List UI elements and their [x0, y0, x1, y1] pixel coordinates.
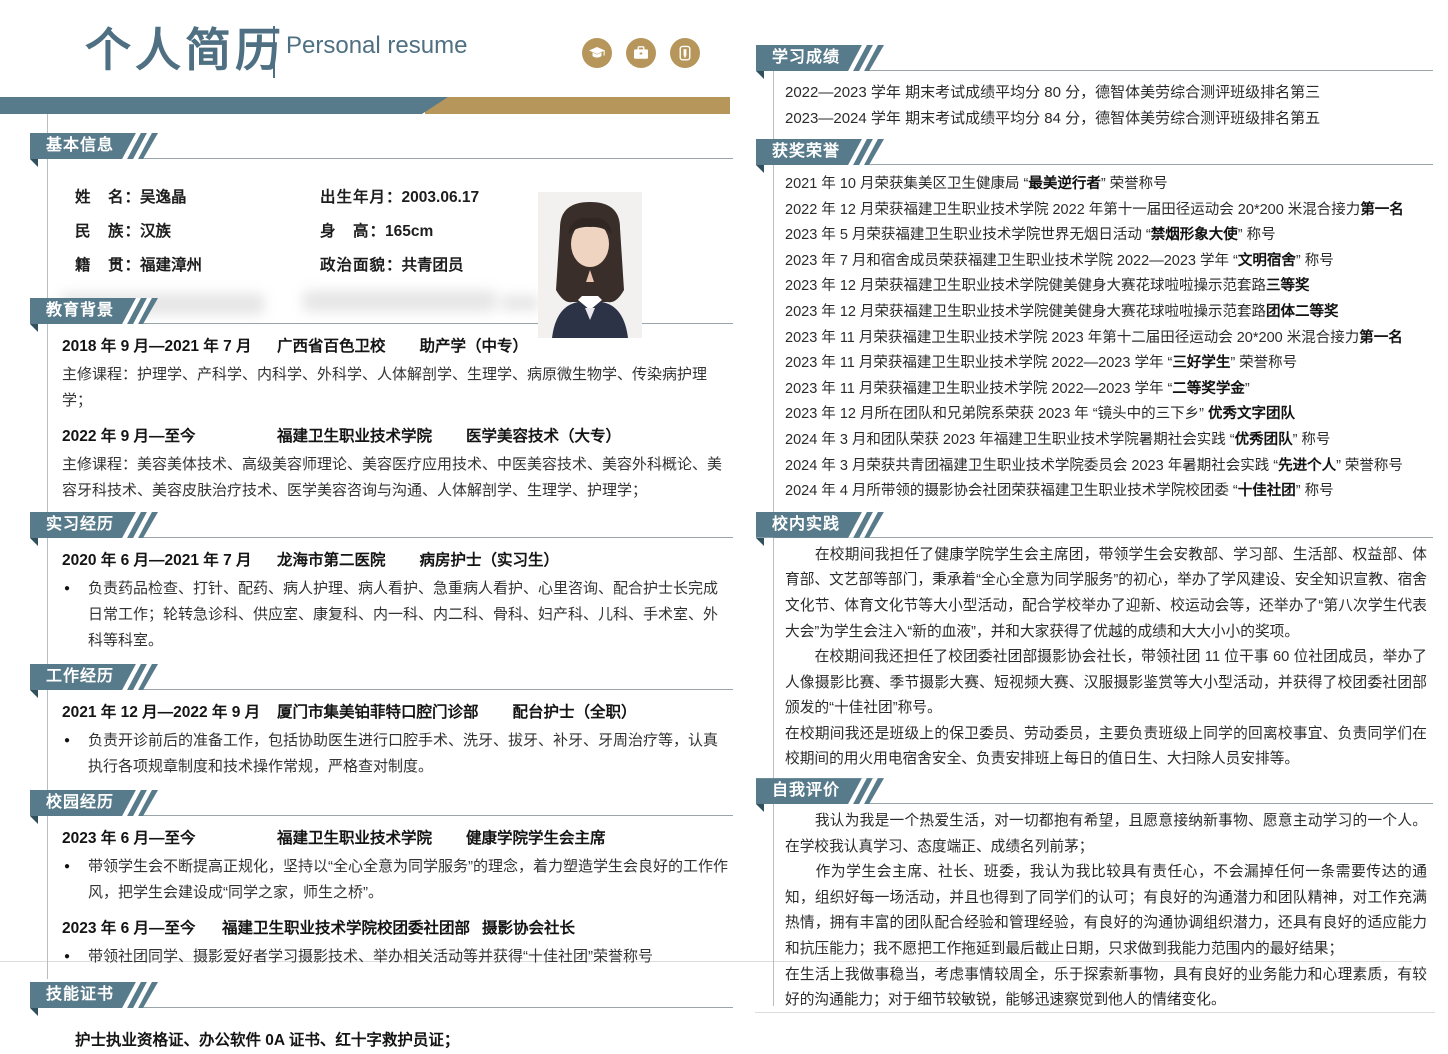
self-eval-paragraph: 我认为我是一个热爱生活，对一切都抱有希望，且愿意接纳新事物、愿意主动学习的一个人…	[785, 809, 1427, 860]
resume-document: 个人简历 Personal resume 基本信息	[0, 0, 1448, 1024]
internship-entry: 2020 年 6 月—2021 年 7 月 龙海市第二医院 病房护士（实习生）	[62, 548, 735, 574]
section-basic-info: 基本信息 姓 名：吴逸晶 出生年月：2003.06.17 民 族：汉族 身 高：…	[30, 133, 735, 298]
education-courses: 主修课程：护理学、产科学、内科学、外科学、人体解剖学、生理学、病原微生物学、传染…	[62, 362, 729, 414]
section-heading: 校内实践	[772, 516, 840, 533]
tab-fold	[756, 804, 764, 812]
section-tab: 校园经历	[30, 790, 158, 816]
section-campus-practice: 校内实践 在校期间我担任了健康学院学生会主席团，带领学生会安教部、学习部、生活部…	[755, 512, 1435, 773]
resume-page-left: 个人简历 Personal resume 基本信息	[30, 0, 735, 1054]
tab-fold	[756, 538, 764, 546]
field-hometown: 籍 贯：福建漳州	[75, 253, 320, 275]
work-entry: 2021 年 12 月—2022 年 9 月 厦门市集美铂菲特口腔门诊部 配台护…	[62, 700, 735, 726]
section-heading: 校园经历	[46, 794, 114, 811]
section-work: 工作经历 2021 年 12 月—2022 年 9 月 厦门市集美铂菲特口腔门诊…	[30, 664, 735, 780]
campus-entry: 2023 年 6 月—至今 福建卫生职业技术学院校团委社团部 摄影协会社长	[62, 916, 735, 942]
section-heading: 教育背景	[46, 302, 114, 319]
tab-fold	[30, 816, 38, 824]
work-duty: 负责开诊前后的准备工作，包括协助医生进行口腔手术、洗牙、拔牙、补牙、牙周治疗等，…	[62, 728, 729, 780]
tab-fold	[30, 690, 38, 698]
tab-fold	[756, 71, 764, 79]
section-tab: 校内实践	[756, 512, 884, 538]
practice-paragraph: 在校期间我担任了健康学院学生会主席团，带领学生会安教部、学习部、生活部、权益部、…	[785, 543, 1427, 645]
section-heading: 学习成绩	[772, 49, 840, 66]
section-tab: 学习成绩	[756, 45, 884, 71]
pencil-icon	[670, 38, 700, 68]
certificates-text: 护士执业资格证、办公软件 0A 证书、红十字救护员证；	[75, 1028, 735, 1054]
section-heading: 工作经历	[46, 668, 114, 685]
section-heading: 实习经历	[46, 516, 114, 533]
education-courses: 主修课程：美容美体技术、高级美容师理论、美容医疗应用技术、中医美容技术、美容外科…	[62, 452, 729, 504]
section-tab: 自我评价	[756, 778, 884, 804]
award-item: 2023 年 12 月荣获福建卫生职业技术学院健美健身大赛花球啦啦操示范套路三等…	[785, 274, 1429, 300]
award-item: 2023 年 11 月荣获福建卫生职业技术学院 2022—2023 学年 “三好…	[785, 351, 1429, 377]
tab-fold	[30, 538, 38, 546]
award-item: 2023 年 11 月荣获福建卫生职业技术学院 2022—2023 学年 “二等…	[785, 377, 1429, 403]
award-item: 2023 年 12 月荣获福建卫生职业技术学院健美健身大赛花球啦啦操示范套路团体…	[785, 300, 1429, 326]
tab-fold	[30, 324, 38, 332]
campus-duty: 带领学生会不断提高正规化，坚持以“全心全意为同学服务”的理念，着力塑造学生会良好…	[62, 854, 729, 906]
award-item: 2024 年 3 月荣获共青团福建卫生职业技术学院委员会 2023 年暑期社会实…	[785, 454, 1429, 480]
section-tab: 基本信息	[30, 133, 158, 159]
section-heading: 基本信息	[46, 137, 114, 154]
title-divider	[273, 26, 275, 78]
section-heading: 获奖荣誉	[772, 143, 840, 160]
id-photo	[538, 192, 642, 338]
practice-paragraph: 在校期间我还担任了校团委社团部摄影协会社长，带领社团 11 位干事 60 位社团…	[785, 645, 1427, 722]
award-item: 2022 年 12 月荣获福建卫生职业技术学院 2022 年第十一届田径运动会 …	[785, 198, 1429, 224]
section-awards: 获奖荣誉 2021 年 10 月荣获集美区卫生健康局 “最美逆行者” 荣誉称号 …	[755, 139, 1435, 505]
header-band-gold	[425, 97, 730, 114]
campus-entry: 2023 年 6 月—至今 福建卫生职业技术学院 健康学院学生会主席	[62, 826, 735, 852]
tab-fold	[30, 159, 38, 167]
tab-fold	[30, 1008, 38, 1016]
practice-paragraphs: 在校期间我担任了健康学院学生会主席团，带领学生会安教部、学习部、生活部、权益部、…	[785, 543, 1427, 773]
section-self-evaluation: 自我评价 我认为我是一个热爱生活，对一切都抱有希望，且愿意接纳新事物、愿意主动学…	[755, 778, 1435, 1014]
practice-paragraph: 在校期间我还是班级上的保卫委员、劳动委员，主要负责班级上同学的回离校事宜、负责同…	[785, 722, 1427, 773]
header-band-teal	[0, 97, 448, 114]
field-political-status: 政治面貌：共青团员	[320, 253, 575, 275]
award-item: 2023 年 5 月荣获福建卫生职业技术学院世界无烟日活动 “禁烟形象大使” 称…	[785, 223, 1429, 249]
field-height: 身 高：165cm	[320, 219, 575, 241]
grade-lines: 2022—2023 学年 期末考试成绩平均分 80 分，德智体美劳综合测评班级排…	[785, 80, 1427, 132]
section-tab: 工作经历	[30, 664, 158, 690]
page-title: 个人简历	[85, 14, 285, 80]
award-item: 2023 年 12 月所在团队和兄弟院系荣获 2023 年 “镜头中的三下乡” …	[785, 402, 1429, 428]
self-eval-paragraph: 在生活上我做事稳当，考虑事情较周全，乐于探索新事物，具有良好的业务能力和心理素质…	[785, 963, 1427, 1014]
resume-page-right: 学习成绩 2022—2023 学年 期末考试成绩平均分 80 分，德智体美劳综合…	[755, 0, 1435, 1019]
award-item: 2021 年 10 月荣获集美区卫生健康局 “最美逆行者” 荣誉称号	[785, 172, 1429, 198]
header-icons	[582, 38, 700, 68]
grade-line: 2022—2023 学年 期末考试成绩平均分 80 分，德智体美劳综合测评班级排…	[785, 80, 1427, 106]
section-heading: 自我评价	[772, 782, 840, 799]
award-item: 2024 年 3 月和团队荣获 2023 年福建卫生职业技术学院暑期社会实践 “…	[785, 428, 1429, 454]
award-item: 2023 年 11 月荣获福建卫生职业技术学院 2023 年第十二届田径运动会 …	[785, 326, 1429, 352]
award-item: 2023 年 7 月和宿舍成员荣获福建卫生职业技术学院 2022—2023 学年…	[785, 249, 1429, 275]
field-ethnicity: 民 族：汉族	[75, 219, 320, 241]
field-name: 姓 名：吴逸晶	[75, 185, 320, 207]
section-tab: 教育背景	[30, 298, 158, 324]
award-item: 2024 年 4 月所带领的摄影协会社团荣获福建卫生职业技术学院校团委 “十佳社…	[785, 479, 1429, 505]
briefcase-icon	[626, 38, 656, 68]
section-grades: 学习成绩 2022—2023 学年 期末考试成绩平均分 80 分，德智体美劳综合…	[755, 45, 1435, 132]
section-certificates: 技能证书 护士执业资格证、办公软件 0A 证书、红十字救护员证；	[30, 982, 735, 1054]
field-birth: 出生年月：2003.06.17	[320, 185, 575, 207]
graduation-cap-icon	[582, 38, 612, 68]
grade-line: 2023—2024 学年 期末考试成绩平均分 84 分，德智体美劳综合测评班级排…	[785, 106, 1427, 132]
section-tab: 技能证书	[30, 982, 158, 1008]
self-eval-paragraphs: 我认为我是一个热爱生活，对一切都抱有希望，且愿意接纳新事物、愿意主动学习的一个人…	[785, 809, 1427, 1014]
section-tab: 获奖荣誉	[756, 139, 884, 165]
page-subtitle: Personal resume	[286, 32, 467, 60]
campus-duty: 带领社团同学、摄影爱好者学习摄影技术、举办相关活动等并获得“十佳社团”荣誉称号	[62, 944, 729, 970]
tab-fold	[756, 165, 764, 173]
education-entry: 2022 年 9 月—至今 福建卫生职业技术学院 医学美容技术（大专）	[62, 424, 735, 450]
self-eval-paragraph: 作为学生会主席、社长、班委，我认为我比较具有责任心，不会漏掉任何一条需要传达的通…	[785, 860, 1427, 962]
award-list: 2021 年 10 月荣获集美区卫生健康局 “最美逆行者” 荣誉称号 2022 …	[785, 172, 1429, 505]
section-campus: 校园经历 2023 年 6 月—至今 福建卫生职业技术学院 健康学院学生会主席 …	[30, 790, 735, 970]
section-tab: 实习经历	[30, 512, 158, 538]
section-heading: 技能证书	[46, 986, 114, 1003]
section-internship: 实习经历 2020 年 6 月—2021 年 7 月 龙海市第二医院 病房护士（…	[30, 512, 735, 654]
internship-duty: 负责药品检查、打针、配药、病人护理、病人看护、急重病人看护、心里咨询、配合护士长…	[62, 576, 729, 654]
